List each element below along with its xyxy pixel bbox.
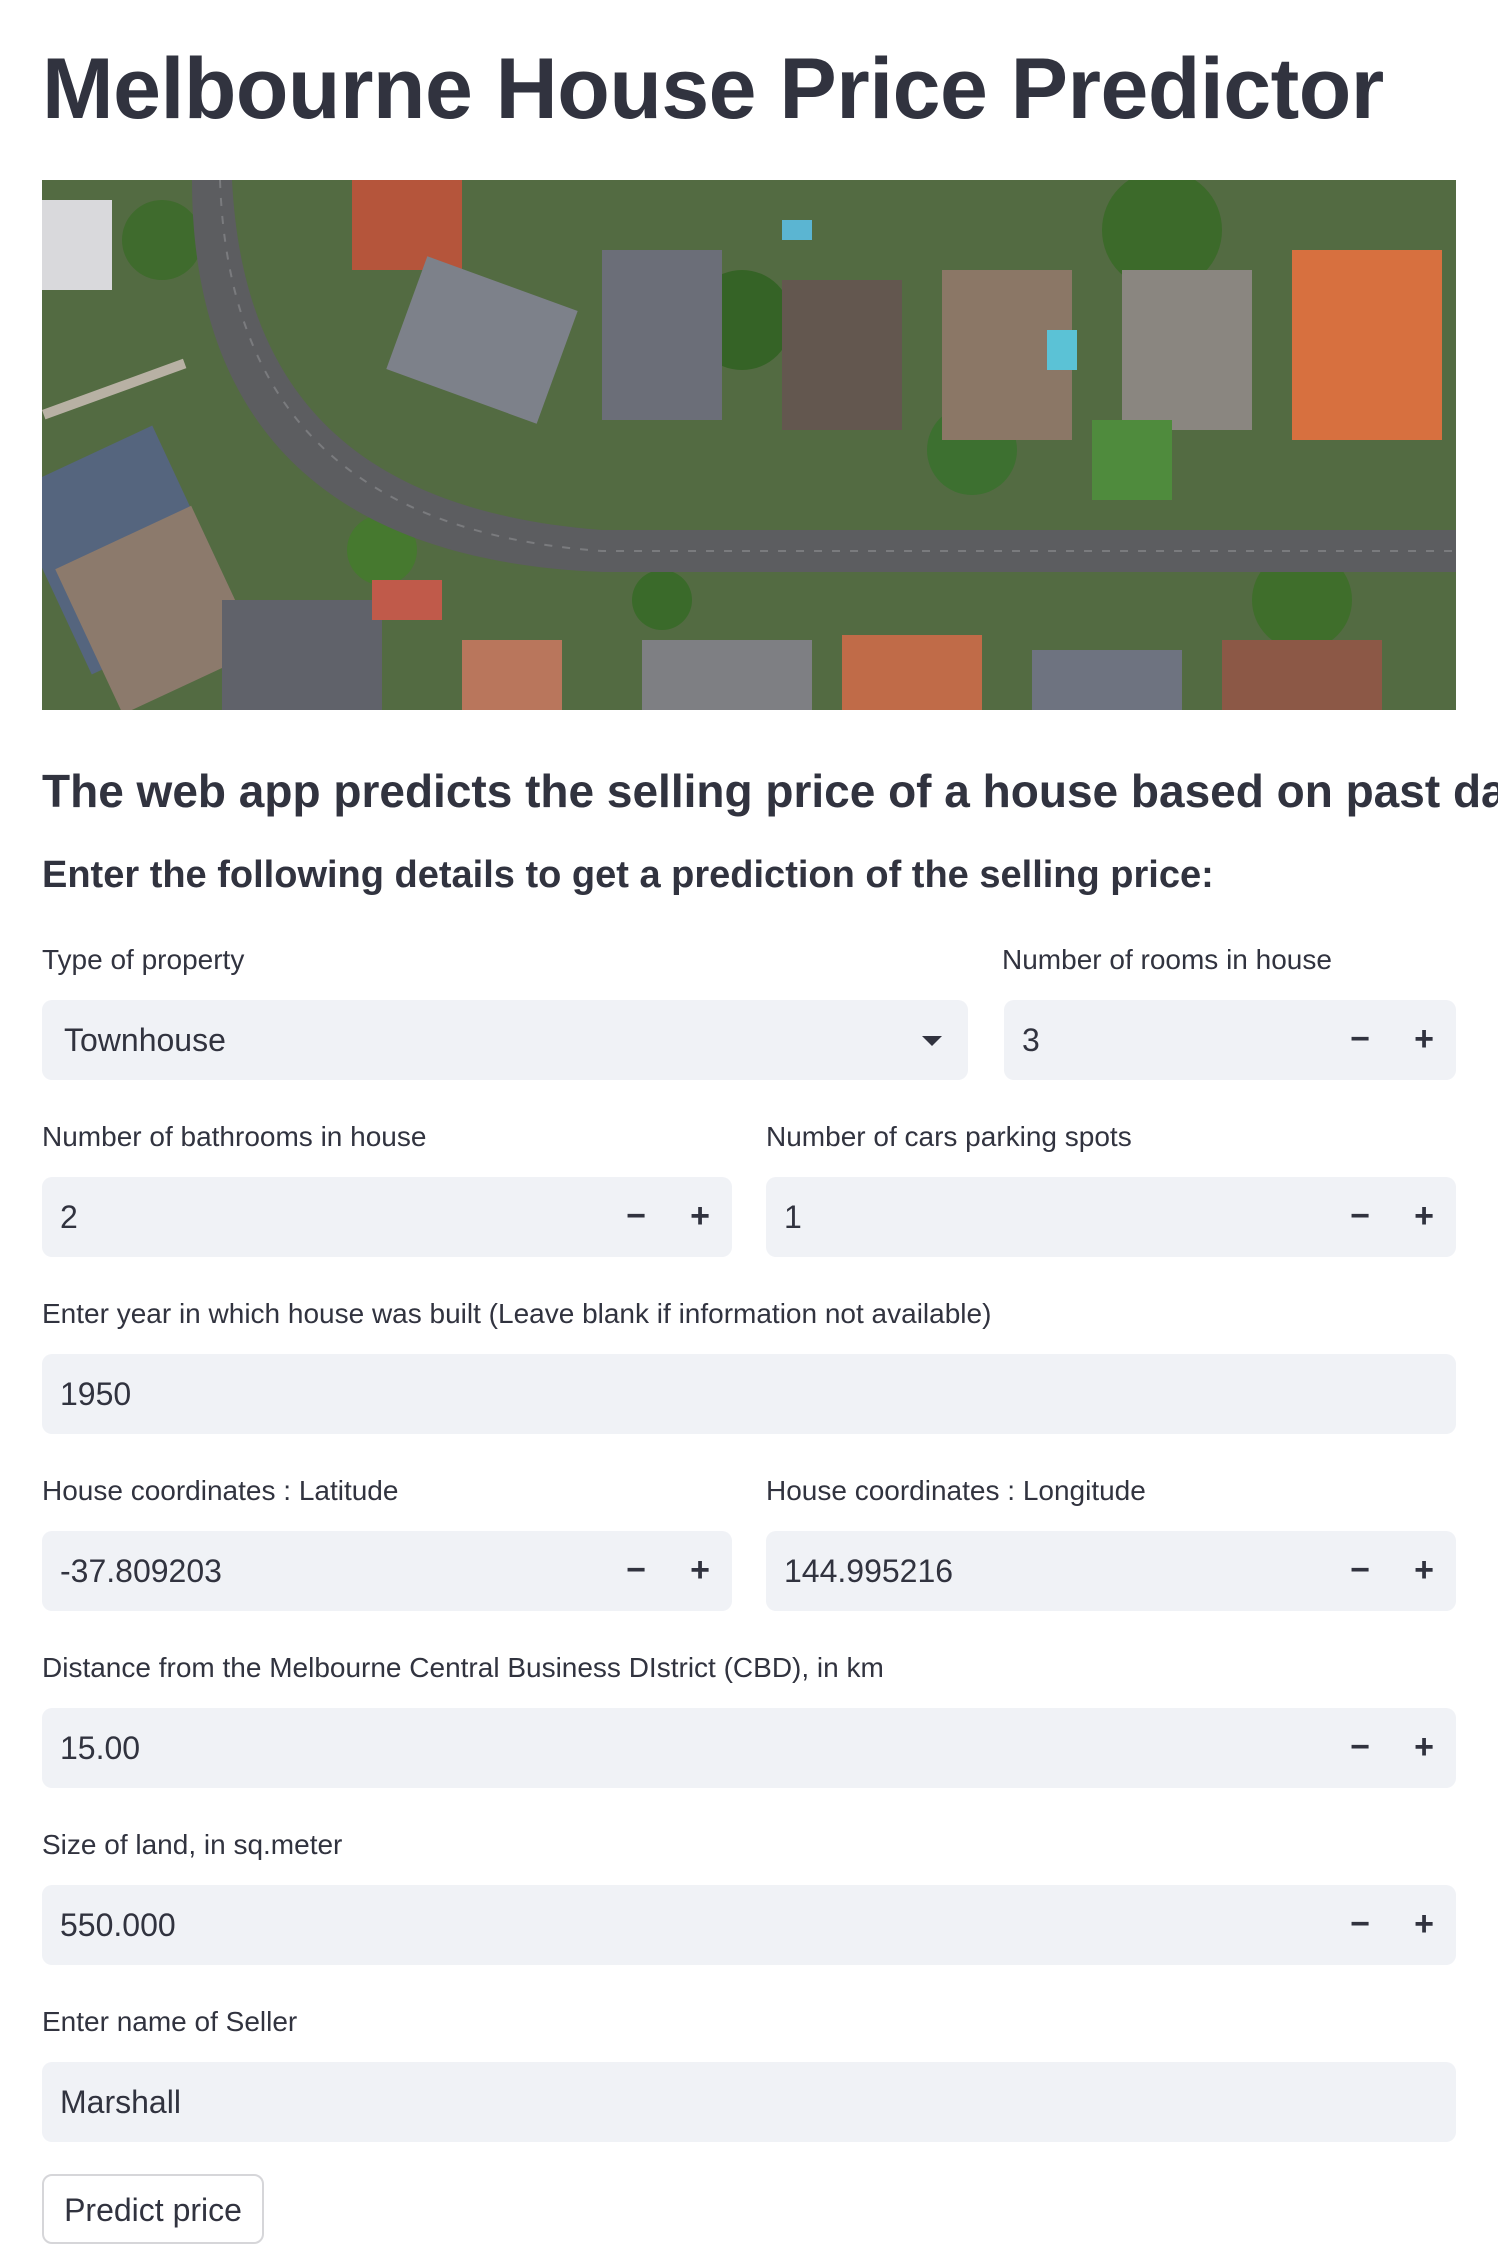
property-type-label: Type of property	[42, 944, 245, 975]
latitude-increment-button[interactable]: +	[668, 1531, 732, 1611]
seller-name-input[interactable]: Marshall	[42, 2062, 1456, 2142]
distance-decrement-button[interactable]: −	[1328, 1708, 1392, 1788]
distance-increment-button[interactable]: +	[1392, 1708, 1456, 1788]
rooms-label: Number of rooms in house	[1002, 944, 1332, 975]
distance-number-input[interactable]: 15.00 − +	[42, 1708, 1456, 1788]
longitude-increment-button[interactable]: +	[1392, 1531, 1456, 1611]
bathrooms-decrement-button[interactable]: −	[604, 1177, 668, 1257]
land-size-decrement-button[interactable]: −	[1328, 1885, 1392, 1965]
land-size-value: 550.000	[60, 1907, 176, 1943]
land-size-number-input[interactable]: 550.000 − +	[42, 1885, 1456, 1965]
property-type-value: Townhouse	[64, 1022, 226, 1058]
latitude-decrement-button[interactable]: −	[604, 1531, 668, 1611]
seller-value: Marshall	[60, 2084, 181, 2120]
land-size-label: Size of land, in sq.meter	[42, 1829, 343, 1860]
aerial-suburb-image	[42, 180, 1456, 710]
bathrooms-number-input[interactable]: 2 − +	[42, 1177, 732, 1257]
bathrooms-value: 2	[60, 1199, 78, 1235]
cars-value: 1	[784, 1199, 802, 1235]
rooms-increment-button[interactable]: +	[1392, 1000, 1456, 1080]
cars-increment-button[interactable]: +	[1392, 1177, 1456, 1257]
distance-value: 15.00	[60, 1730, 141, 1766]
latitude-value: -37.809203	[60, 1553, 222, 1589]
cars-decrement-button[interactable]: −	[1328, 1177, 1392, 1257]
cars-label: Number of cars parking spots	[766, 1121, 1132, 1152]
property-type-select[interactable]: Townhouse	[42, 1000, 968, 1080]
chevron-down-icon	[922, 1036, 942, 1046]
predict-price-button[interactable]: Predict price	[42, 2174, 264, 2244]
app-description: The web app predicts the selling price o…	[42, 765, 1498, 817]
rooms-number-input[interactable]: 3 − +	[1004, 1000, 1456, 1080]
bathrooms-increment-button[interactable]: +	[668, 1177, 732, 1257]
page-title: Melbourne House Price Predictor	[42, 41, 1384, 137]
form-instruction: Enter the following details to get a pre…	[42, 854, 1214, 896]
year-built-value: 1950	[60, 1376, 132, 1412]
cars-number-input[interactable]: 1 − +	[766, 1177, 1456, 1257]
rooms-value: 3	[1022, 1022, 1040, 1058]
distance-label: Distance from the Melbourne Central Busi…	[42, 1652, 884, 1683]
land-size-increment-button[interactable]: +	[1392, 1885, 1456, 1965]
seller-label: Enter name of Seller	[42, 2006, 298, 2037]
year-built-label: Enter year in which house was built (Lea…	[42, 1298, 992, 1329]
latitude-number-input[interactable]: -37.809203 − +	[42, 1531, 732, 1611]
latitude-label: House coordinates : Latitude	[42, 1475, 399, 1506]
longitude-label: House coordinates : Longitude	[766, 1475, 1146, 1506]
bathrooms-label: Number of bathrooms in house	[42, 1121, 427, 1152]
rooms-decrement-button[interactable]: −	[1328, 1000, 1392, 1080]
longitude-number-input[interactable]: 144.995216 − +	[766, 1531, 1456, 1611]
year-built-input[interactable]: 1950	[42, 1354, 1456, 1434]
longitude-decrement-button[interactable]: −	[1328, 1531, 1392, 1611]
longitude-value: 144.995216	[784, 1553, 954, 1589]
